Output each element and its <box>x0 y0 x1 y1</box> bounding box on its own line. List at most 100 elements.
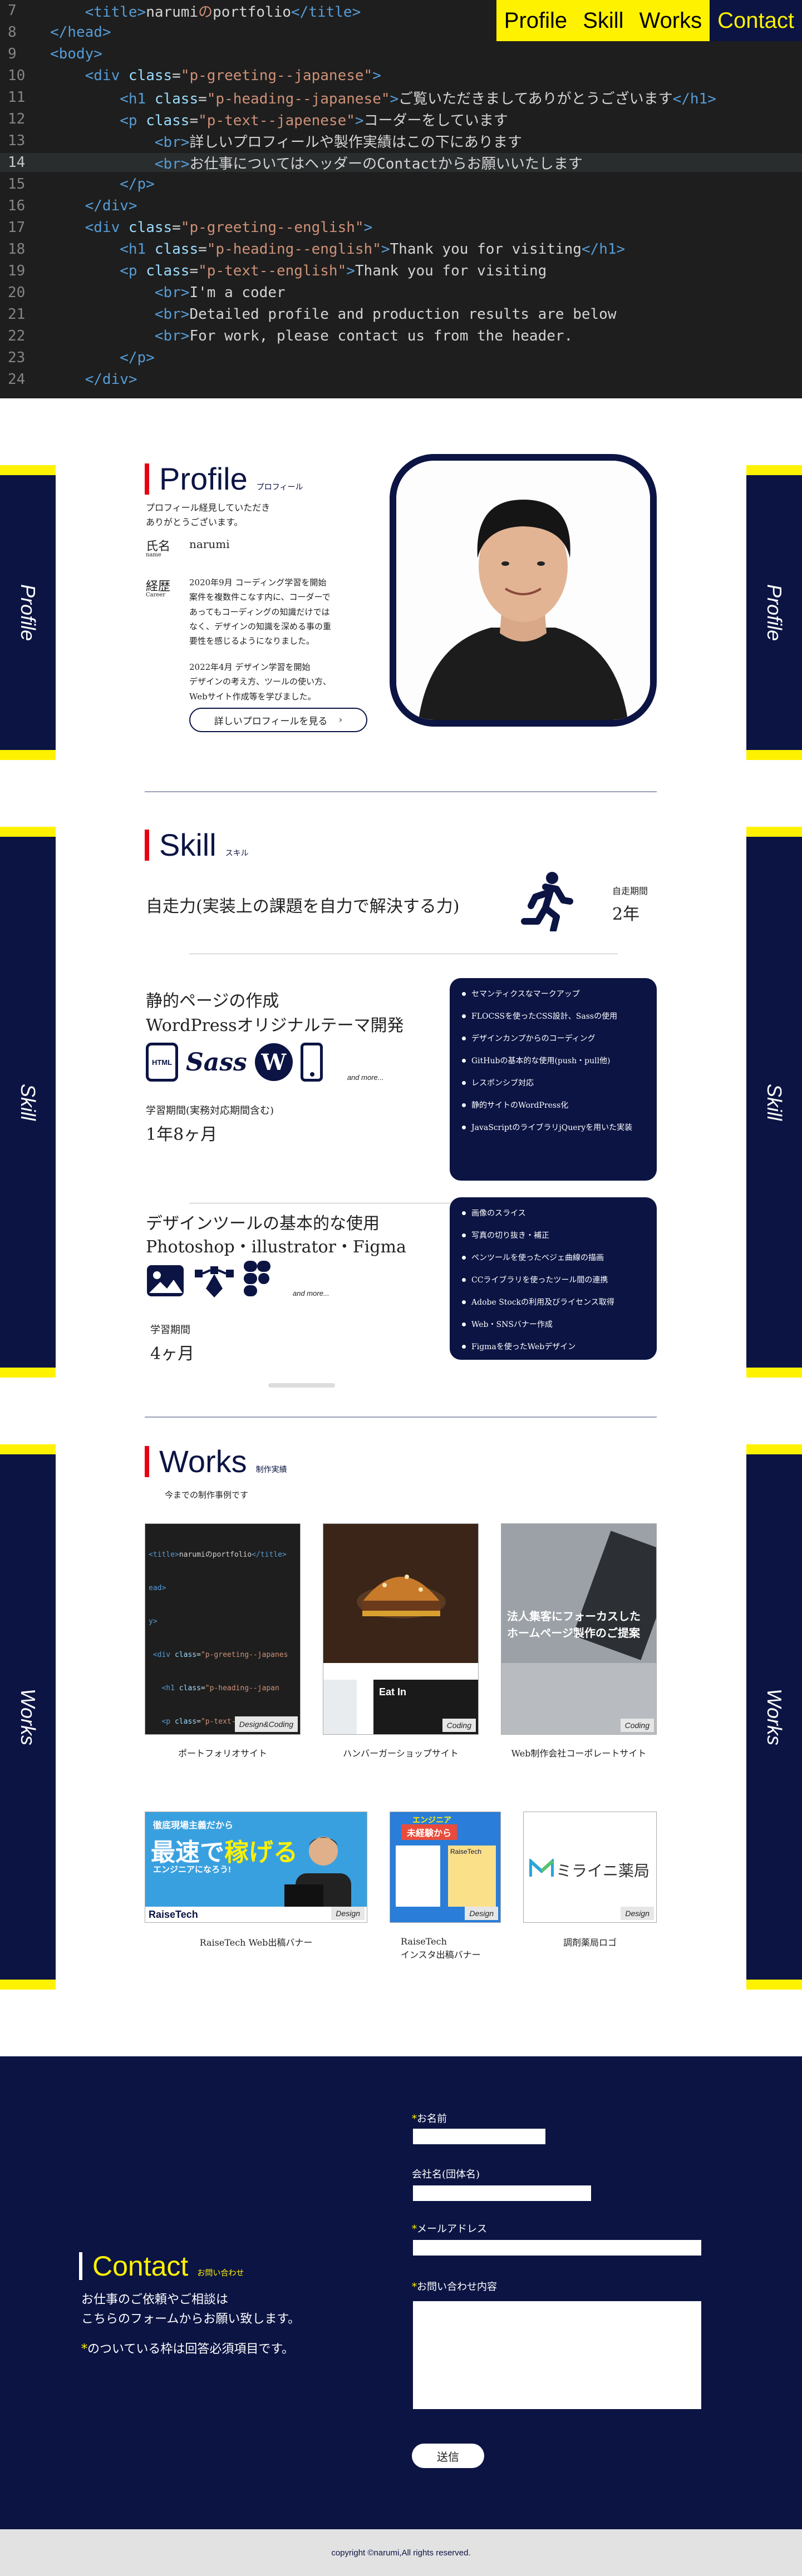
profile-detail-button[interactable]: 詳しいプロフィールを見る › <box>189 708 367 732</box>
code-text: <p class="p-text--japenese">コーダーをしています <box>50 112 508 129</box>
line-number: 10 <box>8 67 26 84</box>
work-caption: RaiseTech Web出稿バナー <box>199 1937 313 1948</box>
coding-skill-item: デザインカンプからのコーディング <box>462 1033 644 1044</box>
nav-skill[interactable]: Skill <box>575 0 632 41</box>
works-heading: Works 制作実績 <box>145 1443 287 1479</box>
work-caption: 調剤薬局ロゴ <box>563 1937 617 1948</box>
profile-intro: プロフィール経見していただき ありがとうございます。 <box>146 502 270 527</box>
coding-period: 1年8ヶ月 <box>146 1125 218 1144</box>
profile-side-tab-right: Profile <box>746 465 802 760</box>
work-caption: ポートフォリオサイト <box>178 1748 267 1759</box>
skill-side-label-right: Skill <box>763 1083 786 1121</box>
code-text: <br>Detailed profile and production resu… <box>50 306 617 323</box>
code-text: <h1 class="p-heading--japanese">ご覧いただきまし… <box>50 90 716 107</box>
design-skill-item: CCライブラリを使ったツール間の連携 <box>462 1274 644 1285</box>
top-nav: Profile Skill Works Contact <box>496 0 802 41</box>
design-skill-item: Web・SNSバナー作成 <box>462 1319 644 1330</box>
burger-photo-icon <box>323 1524 478 1734</box>
code-text: <br>For work, please contact us from the… <box>50 328 573 344</box>
work-caption: RaiseTech インスタ出稿バナー <box>401 1936 481 1960</box>
vector-pen-icon <box>195 1266 234 1297</box>
coding-skill-item: レスポンシブ対応 <box>462 1077 644 1088</box>
design-skill-item: Adobe Stockの利用及びライセンス取得 <box>462 1296 644 1307</box>
code-text: </p> <box>50 176 155 193</box>
company-field-label: 会社名(団体名) <box>412 2169 480 2180</box>
work-corporate-text-1: 法人集客にフォーカスした <box>507 1611 641 1623</box>
line-number: 22 <box>8 328 26 344</box>
nav-works[interactable]: Works <box>631 0 710 41</box>
work-logo-image[interactable]: ミライニ薬局 Design <box>523 1812 657 1923</box>
work-corporate-image[interactable]: 法人集客にフォーカスした ホームページ製作のご提案 Coding <box>501 1523 657 1735</box>
contact-heading: Contact お問い合わせ <box>79 2250 244 2282</box>
wordpress-icon: W <box>254 1043 293 1081</box>
company-input[interactable] <box>413 2185 591 2201</box>
name-label-en: name <box>146 552 161 558</box>
work-banner-text-1: 徹底現場主義だから <box>153 1821 234 1830</box>
code-text: <br>お仕事についてはヘッダーのContactからお願いいたします <box>50 155 583 172</box>
email-field-label: *メールアドレス <box>412 2221 487 2236</box>
message-textarea[interactable] <box>413 2301 701 2409</box>
coding-title-2: WordPressオリジナルテーマ開発 <box>146 1016 404 1035</box>
line-number: 14 <box>8 154 26 171</box>
chevron-right-icon: › <box>338 714 343 726</box>
coding-period-label: 学習期間(実務対応期間含む) <box>146 1105 274 1117</box>
code-text: <div class="p-greeting--english"> <box>50 219 373 236</box>
work-insta-panel-left <box>396 1845 440 1907</box>
nav-contact[interactable]: Contact <box>710 0 802 41</box>
coding-skill-item: 静的サイトのWordPress化 <box>462 1099 644 1111</box>
coding-skill-item: GitHubの基本的な使用(push・pull他) <box>462 1055 644 1066</box>
work-insta-brand: RaiseTech <box>450 1848 482 1855</box>
code-text: <br>I'm a coder <box>50 284 286 301</box>
submit-button[interactable]: 送信 <box>412 2444 484 2468</box>
code-text: <div class="p-greeting--japanese"> <box>50 67 381 84</box>
required-mark: * <box>81 2342 87 2356</box>
line-number: 9 <box>8 46 17 62</box>
code-line: 13 <br>詳しいプロフィールや製作実績はこの下にあります <box>0 131 802 151</box>
work-badge: Coding <box>442 1719 476 1732</box>
code-line: 22 <br>For work, please contact us from … <box>0 327 802 346</box>
design-icons: and more... <box>146 1261 329 1297</box>
contact-text-1: お仕事のご依頼やご相談は <box>81 2293 229 2307</box>
work-portfolio-image[interactable]: <title>narumiのportfolio</title> ead> y> … <box>145 1523 301 1735</box>
line-number: 18 <box>8 241 26 258</box>
contact-title: Contact <box>92 2251 189 2282</box>
skill-side-tab: Skill <box>0 827 56 1378</box>
work-burger-image[interactable]: Eat In Coding <box>323 1523 479 1735</box>
career-label-en: Career <box>146 592 166 598</box>
code-line: 9 <body> <box>0 45 802 63</box>
contact-text: お仕事のご依頼やご相談は こちらのフォームからお願い致します。 <box>81 2290 300 2329</box>
profile-side-label: Profile <box>17 584 40 641</box>
code-line: 18 <h1 class="p-heading--english">Thank … <box>0 240 802 259</box>
work-insta-text-1: エンジニア <box>412 1815 451 1824</box>
copyright-text: copyright ©narumi,All rights reserved. <box>331 2548 471 2558</box>
name-field-label-text: お名前 <box>417 2113 447 2125</box>
name-input[interactable] <box>413 2129 545 2144</box>
email-field-label-text: メールアドレス <box>417 2223 487 2235</box>
code-text: </head> <box>50 24 111 41</box>
email-input[interactable] <box>413 2240 701 2256</box>
coding-skill-list: セマンティクスなマークアップ FLOCSSを使ったCSS設計、Sassの使用 デザイ… <box>462 988 644 1133</box>
nav-profile[interactable]: Profile <box>496 0 575 41</box>
person-photo-icon <box>396 461 650 720</box>
skill-side-label: Skill <box>17 1083 40 1121</box>
works-section: Works Works Works 制作実績 今までの制作事例です <title… <box>0 1444 802 2056</box>
works-subtitle: 制作実績 <box>255 1465 287 1474</box>
works-side-tab: Works <box>0 1444 56 1990</box>
work-insta-image[interactable]: エンジニア 未経験から RaiseTech Design <box>390 1812 501 1923</box>
smartphone-icon <box>300 1043 323 1082</box>
profile-side-tab: Profile <box>0 465 56 760</box>
design-skill-item: Figmaを使ったWebデザイン <box>462 1341 644 1352</box>
image-icon <box>147 1265 184 1296</box>
code-text: <title>narumiのportfolio</title> <box>50 3 361 21</box>
work-banner-image[interactable]: 徹底現場主義だから 最速で稼げる エンジニアになろう! RaiseTech De… <box>145 1812 367 1923</box>
works-side-label: Works <box>17 1689 40 1745</box>
line-number: 11 <box>8 89 26 106</box>
design-title-1: デザインツールの基本的な使用 <box>146 1214 380 1233</box>
work-caption: ハンバーガーショップサイト <box>343 1748 459 1759</box>
pharmacy-logo-icon <box>529 1859 554 1877</box>
design-period: 4ヶ月 <box>150 1344 195 1364</box>
work-badge: Design <box>331 1907 365 1920</box>
required-mark: * <box>412 2281 417 2293</box>
design-title-2: Photoshop・illustrator・Figma <box>146 1237 406 1257</box>
code-line: 23 </p> <box>0 348 802 367</box>
